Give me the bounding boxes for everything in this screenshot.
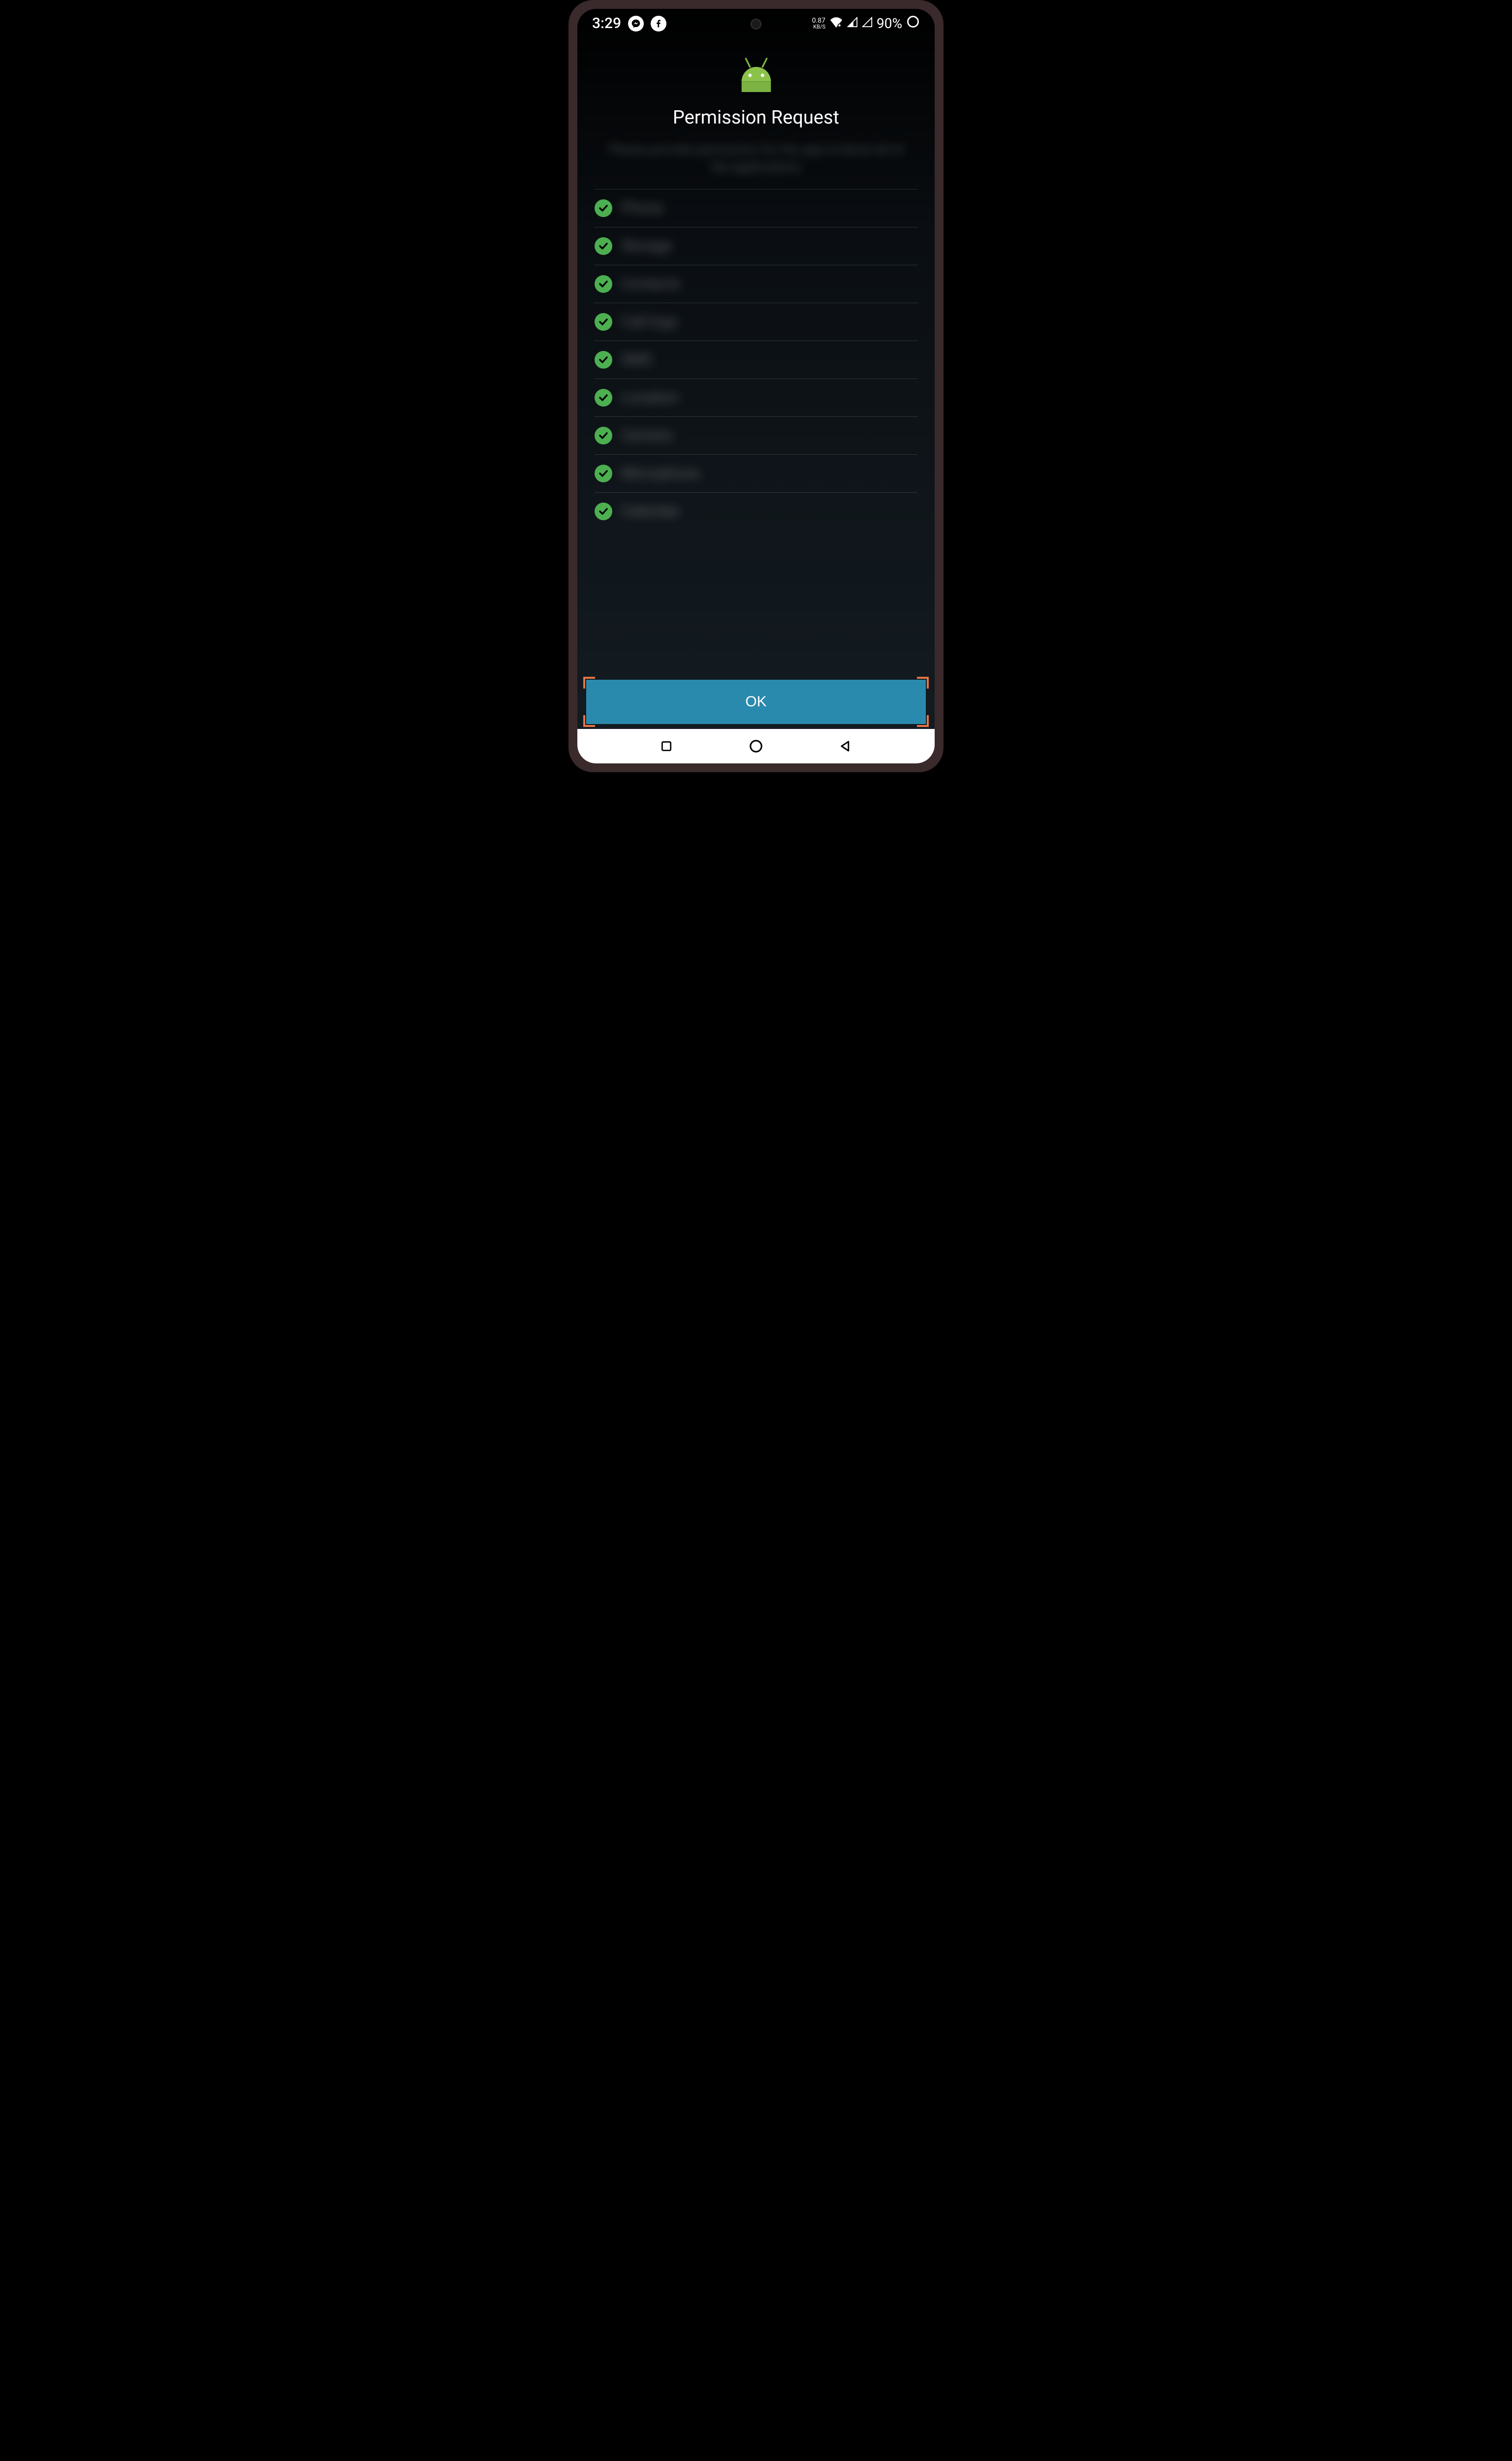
permission-label: Call logs	[621, 313, 678, 330]
ok-button-container: OK	[577, 675, 935, 729]
permission-item: Storage	[595, 227, 917, 265]
phone-frame: 3:29 0.87 KB/S	[568, 0, 944, 772]
ok-button[interactable]: OK	[586, 680, 926, 724]
permission-list: Phone Storage Contacts Call logs SMS Location…	[595, 189, 917, 530]
permission-item: Camera	[595, 416, 917, 454]
check-icon	[595, 237, 612, 255]
permission-item: SMS	[595, 341, 917, 379]
wifi-icon	[829, 16, 843, 31]
back-button[interactable]	[836, 736, 855, 756]
page-title: Permission Request	[595, 107, 917, 128]
status-time: 3:29	[592, 15, 621, 32]
check-icon	[595, 199, 612, 217]
battery-percent: 90%	[877, 15, 902, 32]
speed-unit: KB/S	[812, 24, 825, 30]
check-icon	[595, 389, 612, 407]
permission-label: Location	[621, 389, 678, 406]
permission-label: Camera	[621, 427, 672, 444]
battery-icon	[906, 15, 920, 32]
permission-item: Calendar	[595, 492, 917, 530]
check-icon	[595, 503, 612, 520]
check-icon	[595, 275, 612, 293]
permission-label: Contacts	[621, 275, 680, 292]
permission-label: Microphone	[621, 465, 699, 482]
navigation-bar	[577, 729, 935, 763]
permission-label: Phone	[621, 199, 663, 217]
permission-item: Microphone	[595, 454, 917, 492]
content-area: Permission Request Please provide permis…	[577, 36, 935, 675]
permission-item: Call logs	[595, 303, 917, 341]
check-icon	[595, 465, 612, 482]
signal-icon-2	[862, 16, 873, 31]
home-button[interactable]	[746, 736, 766, 756]
camera-notch	[751, 19, 761, 30]
description-text: Please provide permission for the app to…	[595, 141, 917, 177]
permission-item: Location	[595, 379, 917, 416]
status-left: 3:29	[592, 15, 666, 32]
signal-icon-1	[847, 16, 858, 31]
permission-label: SMS	[621, 351, 652, 368]
phone-screen: 3:29 0.87 KB/S	[577, 9, 935, 763]
status-right: 0.87 KB/S 90%	[812, 15, 920, 32]
android-app-icon	[735, 56, 777, 97]
facebook-icon	[651, 16, 666, 32]
messenger-icon	[628, 16, 644, 32]
check-icon	[595, 351, 612, 369]
permission-label: Calendar	[621, 503, 680, 520]
network-speed: 0.87 KB/S	[812, 17, 825, 30]
check-icon	[595, 313, 612, 331]
permission-item: Contacts	[595, 265, 917, 303]
check-icon	[595, 427, 612, 444]
permission-item: Phone	[595, 189, 917, 227]
recent-apps-button[interactable]	[657, 736, 676, 756]
permission-label: Storage	[621, 237, 672, 254]
